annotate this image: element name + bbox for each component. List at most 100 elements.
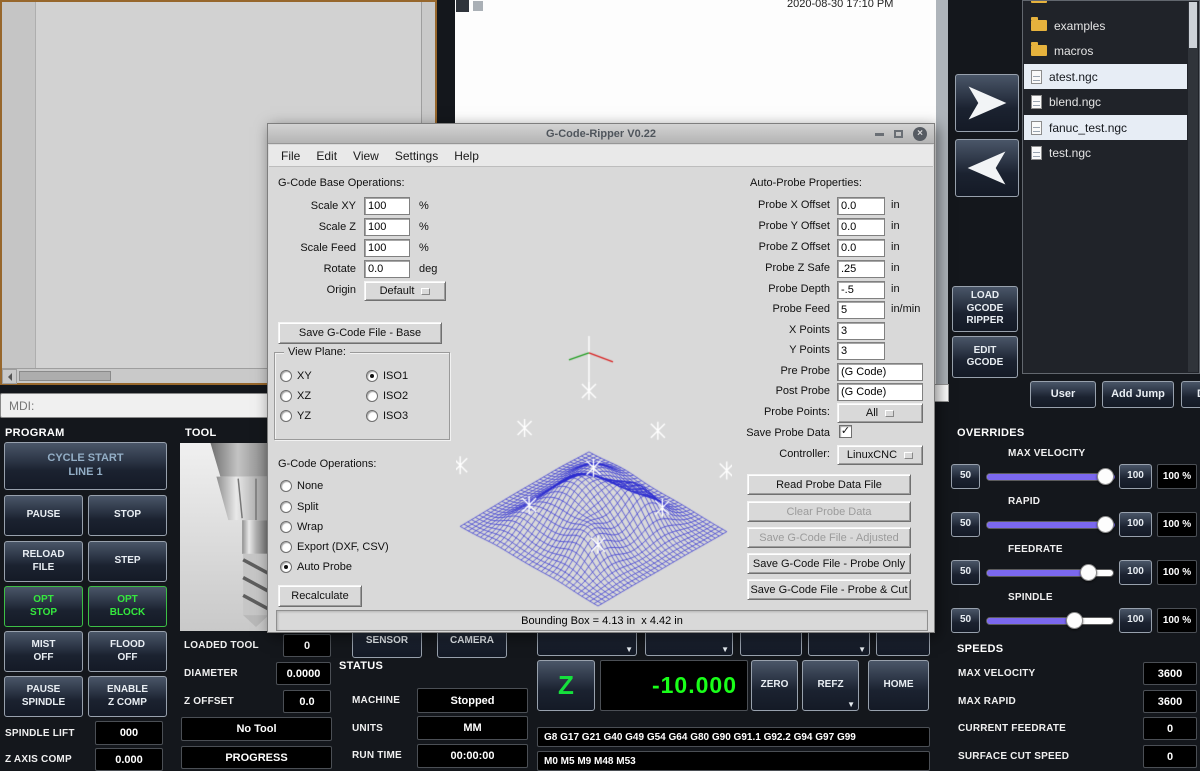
override-max-button[interactable]: 100	[1119, 464, 1152, 489]
file-row[interactable]: test.ngc	[1024, 140, 1187, 165]
probe-z-offset-input[interactable]: 0.0	[837, 239, 885, 257]
override-slider[interactable]	[986, 562, 1114, 583]
file-scroll-thumb[interactable]	[1189, 2, 1197, 48]
radio-view-xy[interactable]: XY	[280, 370, 312, 382]
opt-block-button[interactable]: OPT BLOCK	[88, 586, 167, 627]
zero-button[interactable]: ZERO	[751, 660, 798, 711]
field-label: X Points	[736, 324, 830, 336]
recalculate-button[interactable]: Recalculate	[278, 585, 362, 607]
partial-right-button[interactable]: D	[1181, 381, 1200, 408]
probe-points-dropdown[interactable]: All	[837, 403, 923, 423]
save-gcode-probe-cut-button[interactable]: Save G-Code File - Probe & Cut	[747, 579, 911, 600]
stop-button[interactable]: STOP	[88, 495, 167, 536]
override-slider[interactable]	[986, 610, 1114, 631]
read-probe-data-button[interactable]: Read Probe Data File	[747, 474, 911, 495]
radio-view-yz[interactable]: YZ	[280, 410, 311, 422]
save-gcode-base-button[interactable]: Save G-Code File - Base	[278, 322, 442, 344]
reload-file-button[interactable]: RELOAD FILE	[4, 541, 83, 582]
opt-stop-button[interactable]: OPT STOP	[4, 586, 83, 627]
close-icon[interactable]	[913, 127, 927, 141]
menu-edit[interactable]: Edit	[308, 147, 345, 165]
mist-button[interactable]: MIST OFF	[4, 631, 83, 672]
z-axis-button[interactable]: Z	[537, 660, 595, 711]
toolbar-icon-2[interactable]	[473, 1, 483, 11]
override-max-button[interactable]: 100	[1119, 512, 1152, 537]
preview-vscrollbar[interactable]	[936, 0, 948, 400]
radio-view-iso3[interactable]: ISO3	[366, 410, 408, 422]
file-browser[interactable]: examples macros atest.ngc blend.ngc fanu…	[1022, 0, 1200, 374]
pre-probe-input[interactable]: (G Code)	[837, 363, 923, 381]
file-row[interactable]: atest.ngc	[1024, 64, 1187, 89]
minimize-icon[interactable]	[875, 133, 884, 136]
post-probe-input[interactable]: (G Code)	[837, 383, 923, 401]
slider-knob[interactable]	[1097, 516, 1114, 533]
slider-knob[interactable]	[1097, 468, 1114, 485]
y-points-input[interactable]: 3	[837, 342, 885, 360]
gcode-ops-title: G-Code Operations:	[278, 458, 376, 470]
radio-op-split[interactable]: Split	[280, 501, 318, 513]
radio-view-iso2[interactable]: ISO2	[366, 390, 408, 402]
override-slider[interactable]	[986, 514, 1114, 535]
file-row[interactable]: examples	[1024, 13, 1187, 38]
override-max-button[interactable]: 100	[1119, 608, 1152, 633]
radio-op-none[interactable]: None	[280, 480, 323, 492]
home-button[interactable]: HOME	[868, 660, 929, 711]
save-gcode-probe-only-button[interactable]: Save G-Code File - Probe Only	[747, 553, 911, 574]
probe-y-offset-input[interactable]: 0.0	[837, 218, 885, 236]
radio-op-auto-probe[interactable]: Auto Probe	[280, 561, 352, 573]
file-row-partial[interactable]	[1024, 0, 1187, 10]
loaded-tool-label: LOADED TOOL	[184, 640, 259, 651]
override-min-button[interactable]: 50	[951, 512, 980, 537]
override-min-button[interactable]: 50	[951, 560, 980, 585]
refz-button[interactable]: REFZ	[802, 660, 859, 711]
origin-dropdown[interactable]: Default	[364, 281, 446, 301]
cycle-start-button[interactable]: CYCLE START LINE 1	[4, 442, 167, 490]
step-button[interactable]: STEP	[88, 541, 167, 582]
probe-depth-input[interactable]: -.5	[837, 281, 885, 299]
scroll-left-icon[interactable]	[2, 369, 17, 384]
flood-button[interactable]: FLOOD OFF	[88, 631, 167, 672]
menu-settings[interactable]: Settings	[387, 147, 446, 165]
maximize-icon[interactable]	[894, 130, 903, 138]
file-row[interactable]: fanuc_test.ngc	[1024, 115, 1187, 140]
editor-hscroll-thumb[interactable]	[19, 371, 111, 381]
scale-feed-input[interactable]: 100	[364, 239, 410, 257]
x-points-input[interactable]: 3	[837, 322, 885, 340]
radio-op-export[interactable]: Export (DXF, CSV)	[280, 541, 389, 553]
override-max-button[interactable]: 100	[1119, 560, 1152, 585]
menu-file[interactable]: File	[273, 147, 308, 165]
probe-z-safe-input[interactable]: .25	[837, 260, 885, 278]
rotate-input[interactable]: 0.0	[364, 260, 410, 278]
probe-feed-input[interactable]: 5	[837, 301, 885, 319]
slider-knob[interactable]	[1080, 564, 1097, 581]
file-scrollbar[interactable]	[1188, 2, 1198, 372]
load-gcode-ripper-button[interactable]: LOAD GCODE RIPPER	[952, 286, 1018, 332]
probe-x-offset-input[interactable]: 0.0	[837, 197, 885, 215]
slider-knob[interactable]	[1066, 612, 1083, 629]
radio-op-wrap[interactable]: Wrap	[280, 521, 323, 533]
dialog-titlebar[interactable]: G-Code-Ripper V0.22	[268, 124, 934, 144]
scale-z-input[interactable]: 100	[364, 218, 410, 236]
edit-gcode-button[interactable]: EDIT GCODE	[952, 336, 1018, 378]
toolbar-icon[interactable]	[456, 0, 469, 12]
radio-view-iso1[interactable]: ISO1	[366, 370, 408, 382]
controller-dropdown[interactable]: LinuxCNC	[837, 445, 923, 465]
file-row[interactable]: blend.ngc	[1024, 89, 1187, 114]
arrow-prev-button[interactable]	[955, 139, 1019, 197]
user-button[interactable]: User	[1030, 381, 1096, 408]
enable-z-comp-button[interactable]: ENABLE Z COMP	[88, 676, 167, 717]
pause-spindle-button[interactable]: PAUSE SPINDLE	[4, 676, 83, 717]
add-jump-button[interactable]: Add Jump	[1102, 381, 1174, 408]
pause-button[interactable]: PAUSE	[4, 495, 83, 536]
override-min-button[interactable]: 50	[951, 464, 980, 489]
save-probe-data-checkbox[interactable]	[839, 425, 852, 438]
menu-help[interactable]: Help	[446, 147, 487, 165]
override-min-button[interactable]: 50	[951, 608, 980, 633]
radio-view-xz[interactable]: XZ	[280, 390, 311, 402]
file-row[interactable]: macros	[1024, 38, 1187, 63]
menu-view[interactable]: View	[345, 147, 387, 165]
override-slider[interactable]	[986, 466, 1114, 487]
scale-xy-input[interactable]: 100	[364, 197, 410, 215]
field-unit: in	[891, 283, 900, 295]
arrow-next-button[interactable]	[955, 74, 1019, 132]
